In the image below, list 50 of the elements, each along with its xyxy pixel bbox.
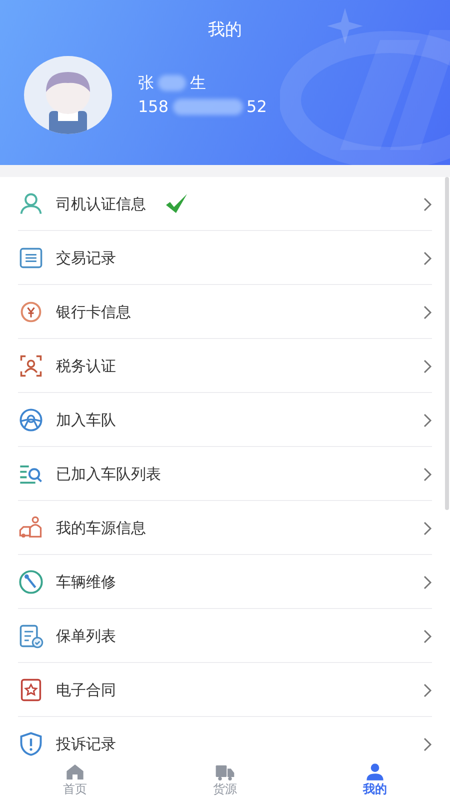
chevron-right-icon [423,628,432,644]
menu-item[interactable]: 保单列表 [0,609,450,663]
chevron-right-icon [423,196,432,212]
chevron-right-icon [423,358,432,374]
user-name: 生 [190,72,206,92]
menu-label: 交易记录 [56,248,116,269]
chevron-right-icon [423,520,432,536]
tab-button[interactable]: 我的 [300,760,450,800]
menu-item[interactable]: 加入车队 [0,393,450,447]
menu-label: 我的车源信息 [56,518,146,539]
menu-label: 车辆维修 [56,572,116,593]
menu-item[interactable]: 电子合同 [0,663,450,717]
phone-number: 52 [246,96,267,116]
shield-alert-icon [18,731,44,757]
menu-item[interactable]: 车辆维修 [0,555,450,609]
menu-label: 投诉记录 [56,734,116,755]
page-title: 我的 [207,19,243,42]
chevron-right-icon [423,412,432,428]
menu-item[interactable]: 司机认证信息 [0,177,450,231]
person-icon [18,191,44,217]
person-icon [365,762,385,782]
menu-label: 税务认证 [56,356,116,377]
redaction-blur [158,75,186,92]
chevron-right-icon [423,250,432,266]
face-scan-icon [18,353,44,379]
list-icon [18,245,44,271]
menu-item[interactable]: 税务认证 [0,339,450,393]
document-shield-icon [18,623,44,649]
menu-item[interactable]: 已加入车队列表 [0,447,450,501]
menu-label: 银行卡信息 [56,302,131,323]
menu-label: 电子合同 [56,680,116,701]
user-name: 张 [138,72,154,92]
coin-icon [18,299,44,325]
chevron-right-icon [423,466,432,482]
phone-number: 158 [138,96,169,116]
steering-wheel-icon [18,407,44,433]
menu-item[interactable]: 我的车源信息 [0,501,450,555]
redaction-blur [172,99,243,116]
menu-label: 已加入车队列表 [56,464,161,485]
chevron-right-icon [423,682,432,698]
menu-item[interactable]: 银行卡信息 [0,285,450,339]
menu-label: 保单列表 [56,626,116,647]
menu-item[interactable]: 交易记录 [0,231,450,285]
chevron-right-icon [423,574,432,590]
home-icon [65,762,85,782]
contract-icon [18,677,44,703]
menu-label: 加入车队 [56,410,116,431]
chevron-right-icon [423,736,432,752]
menu-label: 司机认证信息 [56,194,146,215]
chevron-right-icon [423,304,432,320]
